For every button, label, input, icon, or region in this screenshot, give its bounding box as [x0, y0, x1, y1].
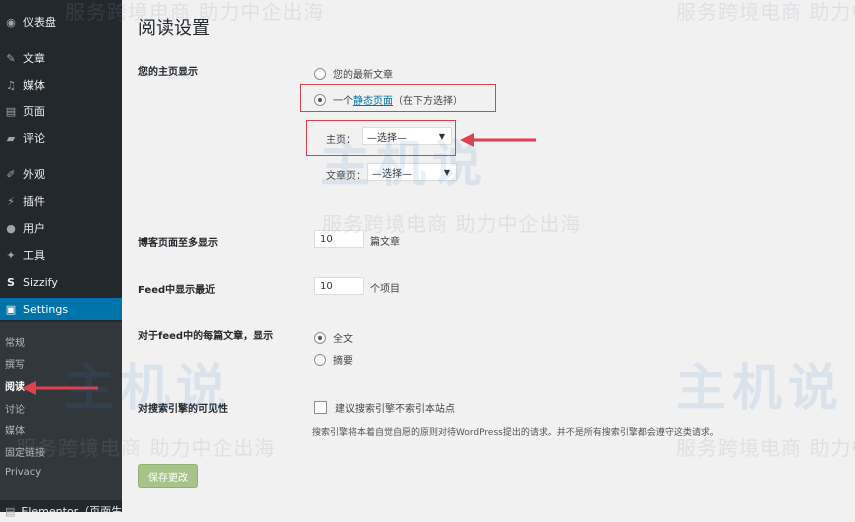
sizzify-icon: S: [7, 275, 15, 289]
radio-static-page-circle[interactable]: [314, 93, 326, 106]
comment-icon: ▰: [6, 131, 16, 145]
seo-description: 搜索引擎将本着自觉自愿的原则对待WordPress提出的请求。并不是所有搜索引擎…: [312, 428, 719, 438]
radio-summary-circle[interactable]: [314, 353, 326, 366]
brush-icon: ✐: [6, 167, 16, 181]
pin-icon: ✎: [6, 51, 16, 65]
menu-appearance[interactable]: ✐ 外观: [0, 163, 122, 185]
menu-comments[interactable]: ▰ 评论: [0, 127, 122, 149]
watermark-slogan: 服务跨境电商 助力中企出海: [322, 212, 582, 236]
radio-latest-posts[interactable]: 您的最新文章: [314, 66, 393, 81]
user-icon: ●: [6, 221, 16, 235]
watermark-brand: 主机说: [320, 135, 488, 193]
elementor-icon: ▤: [5, 504, 16, 518]
watermark-brand: 主机说: [64, 359, 232, 417]
radio-static-page[interactable]: 一个 静态页面 （在下方选择）: [314, 92, 463, 107]
submenu-privacy[interactable]: Privacy: [5, 467, 41, 478]
feed-recent-suffix: 个项目: [370, 284, 400, 295]
watermark-slogan: 服务跨境电商 助力中企出海: [676, 436, 855, 460]
static-page-link[interactable]: 静态页面: [353, 92, 393, 107]
menu-media[interactable]: ♫ 媒体: [0, 74, 122, 96]
menu-tools[interactable]: ✦ 工具: [0, 244, 122, 266]
settings-icon: ▣: [5, 302, 17, 316]
page-icon: ▤: [5, 104, 17, 118]
submenu-writing[interactable]: 撰写: [5, 356, 25, 371]
plugin-icon: ⚡: [7, 194, 15, 208]
watermark-slogan: 服务跨境电商 助力中企出海: [16, 436, 276, 460]
media-icon: ♫: [6, 78, 16, 92]
wrench-icon: ✦: [6, 248, 16, 262]
menu-users[interactable]: ● 用户: [0, 217, 122, 239]
radio-summary[interactable]: 摘要: [314, 352, 353, 367]
seo-checkbox-row[interactable]: 建议搜索引擎不索引本站点: [314, 400, 455, 415]
dashboard-icon: ◉: [6, 15, 16, 29]
watermark-slogan: 服务跨境电商 助力中企出海: [676, 0, 855, 24]
watermark-slogan: 服务跨境电商 助力中企出海: [65, 0, 325, 24]
submenu-discussion[interactable]: 讨论: [5, 401, 25, 416]
radio-full-text-circle[interactable]: [314, 331, 326, 344]
homepage-display-label: 您的主页显示: [138, 67, 198, 78]
feed-recent-label: Feed中显示最近: [138, 285, 216, 296]
feed-each-label: 对于feed中的每篇文章，显示: [138, 331, 274, 342]
menu-plugins[interactable]: ⚡ 插件: [0, 190, 122, 212]
feed-recent-input[interactable]: 10: [314, 277, 364, 295]
menu-settings[interactable]: ▣ Settings: [0, 298, 122, 320]
menu-pages[interactable]: ▤ 页面: [0, 100, 122, 122]
watermark-brand: 主机说: [676, 359, 844, 417]
submenu-general[interactable]: 常规: [5, 334, 25, 349]
menu-sizzify[interactable]: S Sizzify: [0, 271, 122, 293]
save-button[interactable]: 保存更改: [138, 464, 198, 488]
menu-elementor[interactable]: ▤ Elementor（页面生: [0, 500, 122, 522]
blog-pages-label: 博客页面至多显示: [138, 238, 218, 249]
seo-checkbox[interactable]: [314, 401, 327, 414]
menu-posts[interactable]: ✎ 文章: [0, 47, 122, 69]
radio-full-text[interactable]: 全文: [314, 330, 353, 345]
radio-latest-posts-circle[interactable]: [314, 67, 326, 80]
